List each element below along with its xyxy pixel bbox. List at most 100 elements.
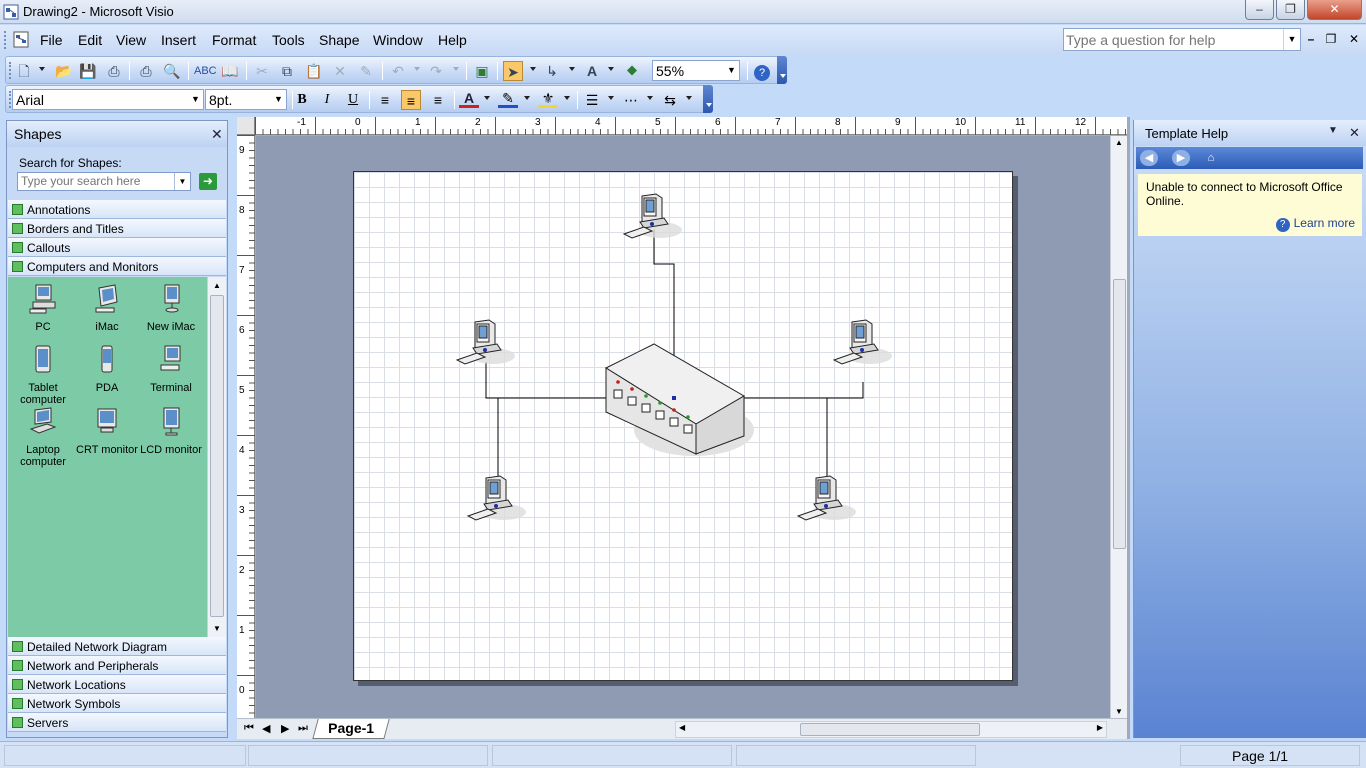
- line-weight-dropdown-arrow[interactable]: [608, 96, 614, 100]
- menu-view[interactable]: View: [116, 32, 146, 48]
- shape-pc[interactable]: PC: [11, 282, 75, 333]
- fill-color-icon[interactable]: ⚜: [538, 90, 558, 108]
- stencil-detailed-network-diagram[interactable]: Detailed Network Diagram: [8, 637, 226, 656]
- menu-help[interactable]: Help: [438, 32, 467, 48]
- doc-minimize-button[interactable]: –: [1303, 31, 1319, 47]
- font-size-combo[interactable]: 8pt. ▼: [205, 89, 287, 110]
- delete-icon[interactable]: ✕: [330, 61, 350, 81]
- horizontal-scrollbar[interactable]: ◀ ▶: [675, 721, 1107, 738]
- vertical-scrollbar[interactable]: ▲ ▼: [1110, 136, 1127, 718]
- ruler-corner[interactable]: [237, 117, 255, 135]
- stencil-annotations[interactable]: Annotations: [8, 200, 226, 219]
- stencil-computers-and-monitors[interactable]: Computers and Monitors: [8, 257, 226, 276]
- bold-button[interactable]: B: [292, 90, 312, 110]
- visio-app-icon[interactable]: [3, 4, 19, 20]
- scroll-up-icon[interactable]: ▲: [1115, 138, 1123, 147]
- shapes-window-icon[interactable]: ▣: [472, 61, 492, 81]
- chevron-down-icon[interactable]: ▼: [188, 90, 203, 109]
- menu-shape[interactable]: Shape: [319, 32, 359, 48]
- stencil-network-locations[interactable]: Network Locations: [8, 675, 226, 694]
- menu-edit[interactable]: Edit: [78, 32, 102, 48]
- close-icon[interactable]: ✕: [211, 126, 223, 143]
- pc-right[interactable]: [833, 319, 893, 365]
- scroll-right-icon[interactable]: ▶: [1097, 723, 1103, 732]
- align-left-icon[interactable]: ≡: [375, 90, 395, 110]
- scroll-down-icon[interactable]: ▼: [1115, 707, 1123, 716]
- redo-dropdown-arrow[interactable]: [453, 67, 459, 71]
- doc-restore-button[interactable]: ❐: [1323, 31, 1339, 47]
- pointer-dropdown-arrow[interactable]: [530, 67, 536, 71]
- open-icon[interactable]: 📂: [54, 61, 74, 81]
- align-center-icon[interactable]: ≡: [401, 90, 421, 110]
- menu-file[interactable]: File: [40, 32, 63, 48]
- menu-format[interactable]: Format: [212, 32, 256, 48]
- font-combo[interactable]: Arial ▼: [12, 89, 204, 110]
- scroll-down-icon[interactable]: ▼: [213, 624, 221, 633]
- shape-crt-monitor[interactable]: CRT monitor: [75, 405, 139, 456]
- menu-window[interactable]: Window: [373, 32, 423, 48]
- menu-insert[interactable]: Insert: [161, 32, 196, 48]
- align-right-icon[interactable]: ≡: [428, 90, 448, 110]
- shape-tool-icon[interactable]: ⯁: [622, 61, 642, 81]
- drawing-canvas[interactable]: [256, 136, 1110, 718]
- toolbar-grip[interactable]: [9, 62, 12, 79]
- search-shapes-input[interactable]: [21, 174, 171, 188]
- doc-close-button[interactable]: ✕: [1346, 31, 1362, 47]
- shape-imac[interactable]: iMac: [75, 282, 139, 333]
- prev-page-icon[interactable]: ◀: [262, 722, 270, 735]
- shape-tablet-computer[interactable]: Tablet computer: [11, 343, 75, 406]
- redo-icon[interactable]: ↷: [426, 61, 446, 81]
- stencil-borders-and-titles[interactable]: Borders and Titles: [8, 219, 226, 238]
- pc-bottom-right[interactable]: [797, 475, 857, 521]
- print-icon[interactable]: ⎙: [136, 61, 156, 81]
- restore-button[interactable]: ❐: [1276, 0, 1305, 20]
- close-icon[interactable]: ✕: [1349, 125, 1360, 141]
- line-weight-icon[interactable]: ☰: [582, 90, 602, 110]
- next-page-icon[interactable]: ▶: [281, 722, 289, 735]
- help-question-box[interactable]: ▼: [1063, 28, 1301, 51]
- pc-bottom-left[interactable]: [467, 475, 527, 521]
- menu-grip[interactable]: [4, 31, 7, 49]
- stencil-network-symbols[interactable]: Network Symbols: [8, 694, 226, 713]
- format-painter-icon[interactable]: ✎: [356, 61, 376, 81]
- stencil-scrollbar[interactable]: ▲ ▼: [207, 277, 226, 637]
- chevron-down-icon[interactable]: ▼: [1283, 29, 1300, 50]
- toolbar-options-button[interactable]: [703, 85, 713, 113]
- undo-icon[interactable]: ↶: [388, 61, 408, 81]
- scroll-left-icon[interactable]: ◀: [679, 723, 685, 732]
- pc-left[interactable]: [456, 319, 516, 365]
- pointer-tool-icon[interactable]: ➤: [503, 61, 523, 81]
- line-ends-icon[interactable]: ⇆: [660, 90, 680, 110]
- search-shapes-box[interactable]: ▼: [17, 172, 191, 191]
- line-color-icon[interactable]: ✎: [498, 90, 518, 108]
- chevron-down-icon[interactable]: ▼: [271, 90, 286, 109]
- scroll-thumb[interactable]: [800, 723, 980, 736]
- shape-pda[interactable]: PDA: [75, 343, 139, 394]
- close-window-button[interactable]: ✕: [1307, 0, 1362, 20]
- network-switch[interactable]: [604, 343, 754, 456]
- menu-tools[interactable]: Tools: [272, 32, 305, 48]
- stencil-callouts[interactable]: Callouts: [8, 238, 226, 257]
- help-question-input[interactable]: [1066, 31, 1280, 48]
- line-color-dropdown-arrow[interactable]: [524, 96, 530, 100]
- cut-icon[interactable]: ✂: [252, 61, 272, 81]
- line-pattern-dropdown-arrow[interactable]: [647, 96, 653, 100]
- chevron-down-icon[interactable]: ▼: [174, 173, 190, 190]
- learn-more-link[interactable]: ? Learn more: [1275, 216, 1355, 232]
- search-go-button[interactable]: ➜: [199, 173, 217, 190]
- drawing-page[interactable]: [353, 171, 1013, 681]
- first-page-icon[interactable]: ⏮: [244, 722, 254, 735]
- font-color-dropdown-arrow[interactable]: [484, 96, 490, 100]
- last-page-icon[interactable]: ⏭: [298, 722, 308, 735]
- connector-tool-icon[interactable]: ↳: [542, 61, 562, 81]
- document-icon[interactable]: [12, 31, 32, 49]
- text-dropdown-arrow[interactable]: [608, 67, 614, 71]
- pc-top[interactable]: [623, 193, 683, 239]
- connector-dropdown-arrow[interactable]: [569, 67, 575, 71]
- chevron-down-icon[interactable]: ▼: [724, 61, 739, 80]
- back-icon[interactable]: ◀: [1140, 150, 1158, 166]
- research-icon[interactable]: 📖: [220, 61, 240, 81]
- minimize-button[interactable]: –: [1245, 0, 1274, 20]
- permission-icon[interactable]: ⎙: [104, 61, 124, 81]
- undo-dropdown-arrow[interactable]: [414, 67, 420, 71]
